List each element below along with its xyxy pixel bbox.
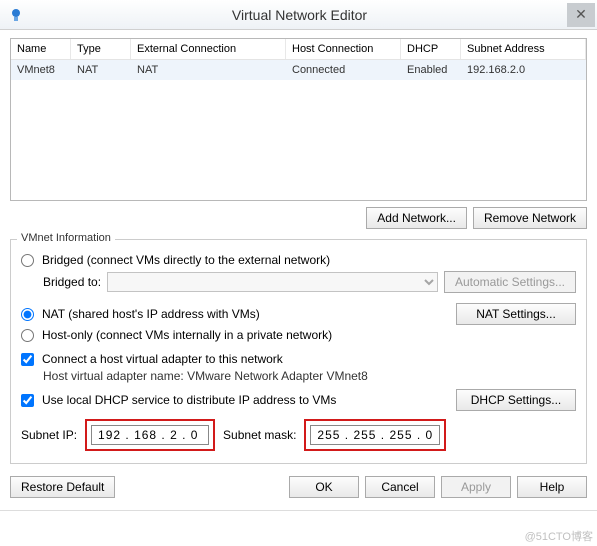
hostonly-label: Host-only (connect VMs internally in a p…: [42, 328, 332, 342]
close-button[interactable]: ✕: [567, 3, 595, 27]
bridged-label: Bridged (connect VMs directly to the ext…: [42, 253, 330, 267]
grid-row-vmnet8[interactable]: VMnet8 NAT NAT Connected Enabled 192.168…: [11, 60, 586, 80]
connect-host-checkbox[interactable]: [21, 353, 34, 366]
bridged-to-label: Bridged to:: [43, 275, 101, 289]
host-adapter-info: Host virtual adapter name: VMware Networ…: [43, 369, 576, 383]
remove-network-button[interactable]: Remove Network: [473, 207, 587, 229]
bridged-to-row: Bridged to: Automatic Settings...: [43, 271, 576, 293]
title-bar: Virtual Network Editor ✕: [0, 0, 597, 30]
cell-type: NAT: [71, 60, 131, 80]
col-dhcp[interactable]: DHCP: [401, 39, 461, 59]
hostonly-radio[interactable]: [21, 329, 34, 342]
automatic-settings-button: Automatic Settings...: [444, 271, 576, 293]
app-icon: [8, 7, 24, 23]
nat-label: NAT (shared host's IP address with VMs): [42, 307, 260, 321]
col-subnet-address[interactable]: Subnet Address: [461, 39, 586, 59]
cell-dhcp: Enabled: [401, 60, 461, 80]
use-dhcp-row[interactable]: Use local DHCP service to distribute IP …: [21, 389, 576, 411]
nat-radio[interactable]: [21, 308, 34, 321]
bridged-radio[interactable]: [21, 254, 34, 267]
use-dhcp-label: Use local DHCP service to distribute IP …: [42, 393, 336, 407]
restore-default-button[interactable]: Restore Default: [10, 476, 115, 498]
help-button[interactable]: Help: [517, 476, 587, 498]
grid-buttons: Add Network... Remove Network: [10, 207, 587, 229]
grid-header-row: Name Type External Connection Host Conne…: [11, 39, 586, 60]
cancel-button[interactable]: Cancel: [365, 476, 435, 498]
add-network-button[interactable]: Add Network...: [366, 207, 467, 229]
apply-button: Apply: [441, 476, 511, 498]
cell-host: Connected: [286, 60, 401, 80]
connect-host-row[interactable]: Connect a host virtual adapter to this n…: [21, 352, 576, 366]
cell-subnet: 192.168.2.0: [461, 60, 586, 80]
subnet-ip-label: Subnet IP:: [21, 428, 77, 442]
col-type[interactable]: Type: [71, 39, 131, 59]
subnet-mask-label: Subnet mask:: [223, 428, 296, 442]
nat-radio-row[interactable]: NAT (shared host's IP address with VMs) …: [21, 303, 576, 325]
network-grid[interactable]: Name Type External Connection Host Conne…: [10, 38, 587, 201]
close-icon: ✕: [575, 6, 587, 23]
use-dhcp-checkbox[interactable]: [21, 394, 34, 407]
vmnet-info-title: VMnet Information: [17, 232, 115, 244]
cell-ext: NAT: [131, 60, 286, 80]
dialog-footer: Restore Default OK Cancel Apply Help: [0, 468, 597, 506]
grid-body[interactable]: VMnet8 NAT NAT Connected Enabled 192.168…: [11, 60, 586, 200]
watermark: @51CTO博客: [525, 528, 593, 544]
nat-settings-button[interactable]: NAT Settings...: [456, 303, 576, 325]
col-host-connection[interactable]: Host Connection: [286, 39, 401, 59]
col-name[interactable]: Name: [11, 39, 71, 59]
window-title: Virtual Network Editor: [32, 7, 567, 23]
subnet-mask-highlight: 255 . 255 . 255 . 0: [304, 419, 446, 451]
connect-host-label: Connect a host virtual adapter to this n…: [42, 352, 283, 366]
subnet-ip-input[interactable]: 192 . 168 . 2 . 0: [91, 425, 209, 445]
subnet-ip-highlight: 192 . 168 . 2 . 0: [85, 419, 215, 451]
dhcp-settings-button[interactable]: DHCP Settings...: [456, 389, 576, 411]
ok-button[interactable]: OK: [289, 476, 359, 498]
col-external-connection[interactable]: External Connection: [131, 39, 286, 59]
hostonly-radio-row[interactable]: Host-only (connect VMs internally in a p…: [21, 328, 576, 342]
ip-row: Subnet IP: 192 . 168 . 2 . 0 Subnet mask…: [21, 419, 576, 451]
subnet-mask-input[interactable]: 255 . 255 . 255 . 0: [310, 425, 440, 445]
bridged-to-select: [107, 272, 438, 292]
cell-name: VMnet8: [11, 60, 71, 80]
bridged-radio-row[interactable]: Bridged (connect VMs directly to the ext…: [21, 253, 576, 267]
vmnet-info-group: VMnet Information Bridged (connect VMs d…: [10, 239, 587, 464]
